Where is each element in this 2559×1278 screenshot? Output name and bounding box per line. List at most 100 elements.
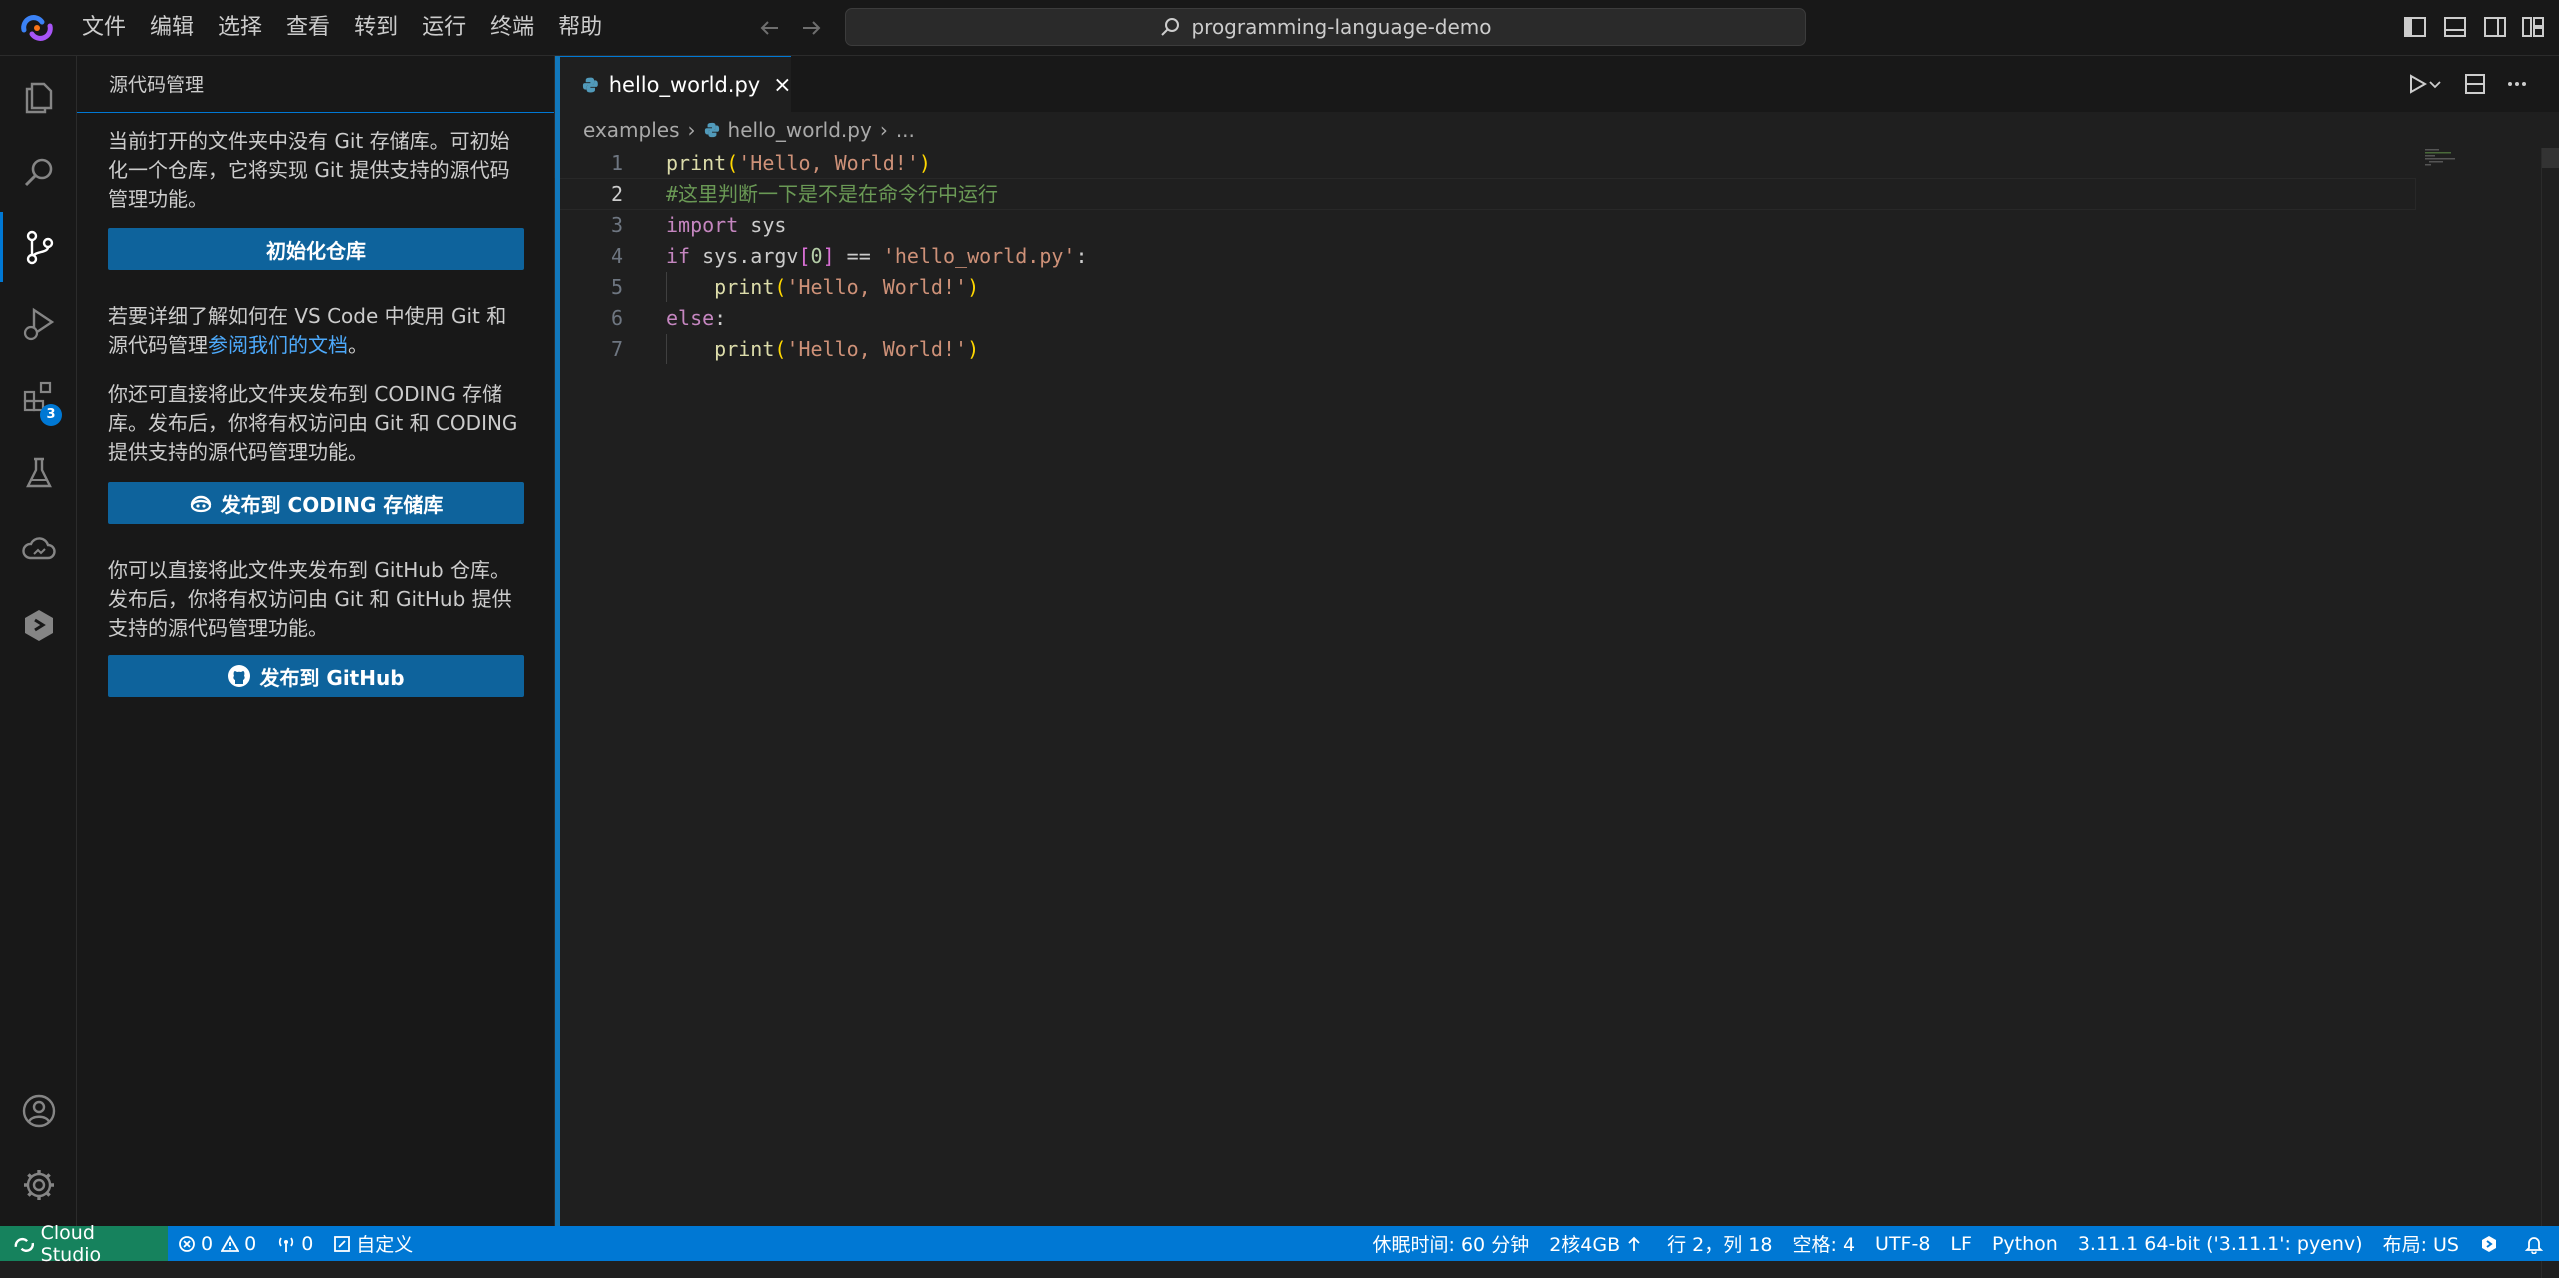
resources-indicator[interactable]: 2核4GB: [1539, 1226, 1657, 1261]
code-line[interactable]: 2 #这里判断一下是不是在命令行中运行: [554, 178, 2416, 210]
github-icon: [228, 665, 251, 687]
close-icon[interactable]: [774, 76, 791, 94]
language-mode[interactable]: Python: [1982, 1226, 2068, 1261]
minimap[interactable]: [2425, 148, 2465, 168]
warning-icon: [221, 1234, 240, 1252]
indentation-label: 空格: 4: [1792, 1234, 1856, 1256]
code-token: ==: [834, 244, 883, 268]
menu-run[interactable]: 运行: [410, 0, 478, 56]
breadcrumb-folder[interactable]: examples: [583, 118, 680, 142]
cloud-studio-logo-icon[interactable]: [20, 12, 54, 44]
line-number: 2: [610, 182, 623, 206]
cursor-position[interactable]: 行 2，列 18: [1657, 1226, 1782, 1261]
title-bar: 文件 编辑 选择 查看 转到 运行 终端 帮助 programming-lang…: [0, 0, 2559, 56]
python-interpreter-label: 3.11.1 64-bit ('3.11.1': pyenv): [2077, 1232, 2363, 1255]
code-text: print('Hello, World!'): [666, 272, 979, 302]
copilot-status[interactable]: [2469, 1226, 2514, 1261]
indentation[interactable]: 空格: 4: [1783, 1226, 1866, 1261]
publish-coding-button[interactable]: 发布到 CODING 存储库: [108, 482, 524, 524]
customize-label: 自定义: [356, 1234, 414, 1256]
bell-icon: [2524, 1236, 2544, 1254]
python-interpreter[interactable]: 3.11.1 64-bit ('3.11.1': pyenv): [2068, 1226, 2373, 1261]
source-control-button[interactable]: [0, 212, 77, 282]
search-button[interactable]: [0, 138, 77, 208]
manage-button[interactable]: [0, 1150, 77, 1220]
vertical-scrollbar[interactable]: [2541, 148, 2559, 1278]
toggle-panel-icon[interactable]: [2442, 14, 2468, 40]
code-token: [: [798, 244, 811, 268]
breadcrumb-symbols[interactable]: ...: [896, 118, 915, 142]
menu-view[interactable]: 查看: [274, 0, 342, 56]
menu-bar: 文件 编辑 选择 查看 转到 运行 终端 帮助: [70, 0, 614, 56]
python-file-icon: [704, 122, 719, 138]
arrow-right-icon[interactable]: [797, 14, 825, 42]
command-center-search[interactable]: programming-language-demo: [845, 8, 1806, 46]
source-control-welcome: 当前打开的文件夹中没有 Git 存储库。可初始化一个仓库，它将实现 Git 提供…: [77, 112, 554, 1226]
code-token: ): [967, 337, 980, 361]
menu-file[interactable]: 文件: [70, 0, 138, 56]
code-token: #这里判断一下是不是在命令行中运行: [666, 182, 999, 206]
notifications[interactable]: [2514, 1226, 2559, 1261]
warning-count: 0: [244, 1232, 257, 1255]
problems-indicator[interactable]: 0 0: [168, 1226, 266, 1261]
cloud-button[interactable]: [0, 514, 77, 584]
publish-github-label: 发布到 GitHub: [259, 665, 405, 690]
publish-github-button[interactable]: 发布到 GitHub: [108, 655, 524, 697]
initialize-repository-button[interactable]: 初始化仓库: [108, 228, 524, 270]
chevron-down-icon[interactable]: [2426, 70, 2444, 98]
editor-tab-bar: hello_world.py: [555, 56, 2559, 112]
code-line[interactable]: 5 print('Hello, World!'): [555, 272, 2415, 302]
explorer-button[interactable]: [0, 62, 77, 132]
toggle-secondary-sidebar-icon[interactable]: [2482, 14, 2508, 40]
toggle-primary-sidebar-icon[interactable]: [2402, 14, 2428, 40]
accounts-button[interactable]: [0, 1076, 77, 1146]
scrollbar-thumb[interactable]: [2542, 148, 2559, 168]
code-line[interactable]: 4 if sys.argv[0] == 'hello_world.py':: [555, 241, 2415, 271]
menu-selection[interactable]: 选择: [206, 0, 274, 56]
extensions-button[interactable]: 3: [0, 362, 77, 432]
resources-label: 2核4GB: [1549, 1234, 1621, 1256]
initialize-repository-label: 初始化仓库: [266, 238, 366, 263]
customize-indicator[interactable]: 自定义: [323, 1226, 423, 1261]
arrow-left-icon[interactable]: [756, 14, 784, 42]
run-debug-button[interactable]: [0, 288, 77, 358]
remote-indicator[interactable]: Cloud Studio: [0, 1222, 168, 1266]
coding-extension-button[interactable]: [0, 590, 77, 660]
breadcrumb-file[interactable]: hello_world.py: [728, 118, 872, 142]
docs-link[interactable]: 参阅我们的文档: [208, 333, 348, 357]
encoding[interactable]: UTF-8: [1865, 1226, 1940, 1261]
code-token: print: [714, 275, 775, 299]
code-token: (: [774, 337, 787, 361]
line-number: 5: [610, 275, 623, 299]
menu-help[interactable]: 帮助: [546, 0, 614, 56]
code-token: sys: [738, 213, 787, 237]
coding-message: 你还可直接将此文件夹发布到 CODING 存储库。发布后，你将有权访问由 Git…: [108, 382, 518, 464]
sleep-timer[interactable]: 休眠时间: 60 分钟: [1363, 1226, 1540, 1261]
code-line[interactable]: 6 else:: [555, 303, 2415, 333]
tab-hello-world-py[interactable]: hello_world.py: [560, 56, 791, 112]
more-actions-icon[interactable]: [2503, 70, 2531, 98]
sleep-timer-label: 休眠时间: 60 分钟: [1372, 1234, 1530, 1256]
menu-edit[interactable]: 编辑: [138, 0, 206, 56]
menu-terminal[interactable]: 终端: [478, 0, 546, 56]
line-number: 3: [610, 213, 623, 237]
code-line[interactable]: 7 print('Hello, World!'): [555, 334, 2415, 364]
code-token: (: [726, 151, 739, 175]
split-editor-icon[interactable]: [2461, 70, 2489, 98]
flask-icon: [25, 457, 52, 488]
code-text: #这里判断一下是不是在命令行中运行: [666, 179, 998, 209]
ports-indicator[interactable]: 0: [266, 1226, 323, 1261]
code-text: else:: [666, 303, 726, 333]
code-text: print('Hello, World!'): [666, 334, 979, 364]
line-number: 6: [610, 306, 623, 330]
end-of-line[interactable]: LF: [1940, 1226, 1982, 1261]
keyboard-layout[interactable]: 布局: US: [2373, 1226, 2469, 1261]
menu-go[interactable]: 转到: [342, 0, 410, 56]
edit-icon: [334, 1235, 351, 1252]
error-count: 0: [201, 1232, 214, 1255]
code-line[interactable]: 3 import sys: [555, 210, 2415, 240]
testing-button[interactable]: [0, 438, 77, 508]
end-of-line-label: LF: [1950, 1232, 1972, 1255]
code-line[interactable]: 1 print('Hello, World!'): [555, 148, 2415, 178]
customize-layout-icon[interactable]: [2520, 14, 2546, 40]
